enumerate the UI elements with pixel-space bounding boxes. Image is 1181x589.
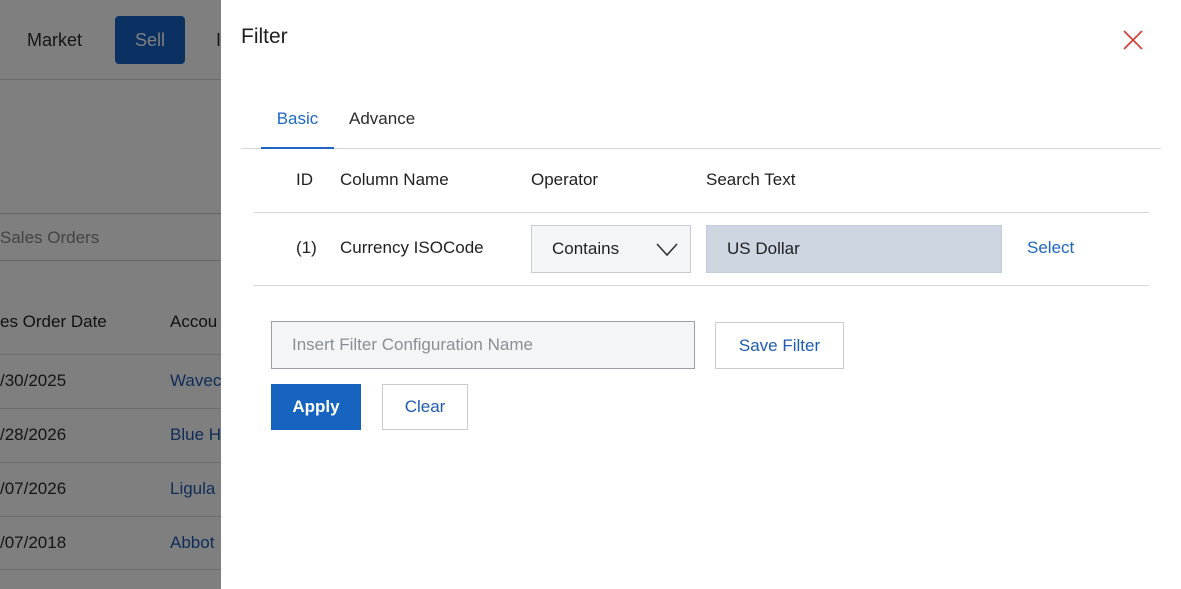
search-text-field[interactable]: US Dollar (706, 225, 1002, 273)
filter-row: (1) Currency ISOCode Contains US Dollar … (254, 213, 1149, 286)
filter-column-name: Currency ISOCode (340, 238, 484, 257)
operator-value: Contains (552, 239, 620, 258)
filter-config-name-input[interactable] (271, 321, 695, 369)
filter-grid-header: ID Column Name Operator Search Text (254, 150, 1149, 213)
search-text-value: US Dollar (727, 239, 800, 258)
save-filter-button[interactable]: Save Filter (715, 322, 844, 369)
tab-advance[interactable]: Advance (349, 96, 415, 149)
close-icon (1123, 30, 1143, 50)
filter-row-id: (1) (296, 238, 317, 257)
filter-panel: Filter Basic Advance ID Column Name Oper… (221, 0, 1181, 589)
tab-basic[interactable]: Basic (261, 96, 334, 149)
header-search-text: Search Text (706, 170, 796, 189)
header-id: ID (296, 170, 313, 189)
operator-select[interactable]: Contains (531, 225, 691, 273)
filter-tabs: Basic Advance (241, 96, 1161, 149)
select-link[interactable]: Select (1027, 238, 1074, 258)
header-column-name: Column Name (340, 170, 449, 189)
close-button[interactable] (1120, 27, 1146, 53)
apply-button[interactable]: Apply (271, 384, 361, 430)
panel-title: Filter (241, 25, 288, 48)
clear-button[interactable]: Clear (382, 384, 468, 430)
chevron-down-icon (656, 243, 678, 257)
header-operator: Operator (531, 170, 599, 189)
